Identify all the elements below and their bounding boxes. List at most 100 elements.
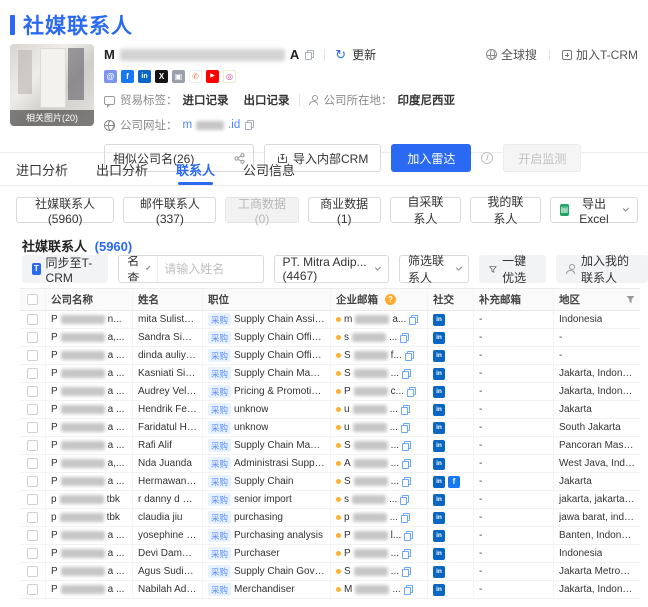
filter-contacts-select[interactable]: 筛选联系人	[399, 254, 470, 285]
copy-website-icon[interactable]	[245, 120, 255, 130]
linkedin-icon[interactable]: in	[433, 529, 445, 542]
row-checkbox[interactable]	[27, 548, 38, 559]
copy-email-icon[interactable]	[400, 332, 410, 343]
checkbox-cell	[20, 581, 46, 598]
row-checkbox[interactable]	[27, 566, 38, 577]
row-checkbox[interactable]	[27, 350, 38, 361]
copy-email-icon[interactable]	[400, 494, 410, 505]
help-icon[interactable]: ?	[385, 294, 396, 305]
copy-email-icon[interactable]	[403, 584, 413, 595]
row-checkbox[interactable]	[27, 368, 38, 379]
info-icon[interactable]	[481, 152, 494, 164]
add-to-my-contacts-button[interactable]: 加入我的联系人	[555, 254, 648, 285]
email-status-dot	[336, 569, 341, 574]
copy-email-icon[interactable]	[402, 548, 412, 559]
linkedin-icon[interactable]: in	[433, 367, 445, 380]
blog-icon[interactable]: @	[104, 70, 117, 83]
copy-email-icon[interactable]	[409, 314, 419, 325]
name-search-input[interactable]	[158, 262, 263, 276]
select-all-checkbox[interactable]	[27, 294, 38, 305]
facebook-icon[interactable]: f	[448, 475, 460, 488]
join-tcrm-link[interactable]: 加入T-CRM	[562, 46, 638, 63]
row-checkbox[interactable]	[27, 332, 38, 343]
linkedin-icon[interactable]: in	[433, 565, 445, 578]
name-cell: Nda Juanda	[133, 455, 203, 472]
row-checkbox[interactable]	[27, 530, 38, 541]
quick-select-button[interactable]: 一键优选	[479, 254, 546, 285]
email-cell: P...	[331, 545, 428, 562]
name-query-label: 姓名查询	[127, 255, 140, 283]
linkedin-icon[interactable]: in	[433, 421, 445, 434]
copy-email-icon[interactable]	[402, 458, 412, 469]
row-checkbox[interactable]	[27, 458, 38, 469]
company-website-row: 公司网址： m .id	[104, 117, 638, 133]
linkedin-icon[interactable]: in	[433, 313, 445, 326]
refresh-label[interactable]: 更新	[352, 46, 376, 63]
copy-email-icon[interactable]	[400, 512, 410, 523]
linkedin-icon[interactable]: in	[433, 385, 445, 398]
add-radar-button[interactable]: 加入雷达	[391, 144, 472, 172]
linkedin-icon[interactable]: in	[433, 583, 445, 596]
linkedin-icon[interactable]: in	[433, 457, 445, 470]
company-photo[interactable]: 相关图片(20)	[10, 44, 94, 126]
x-twitter-icon[interactable]: X	[155, 70, 168, 83]
copy-email-icon[interactable]	[402, 476, 412, 487]
brand-gray-icon[interactable]: ▣	[172, 70, 185, 83]
linkedin-icon[interactable]: in	[433, 331, 445, 344]
linkedin-icon[interactable]: in	[433, 475, 445, 488]
copy-email-icon[interactable]	[404, 350, 414, 361]
linkedin-icon[interactable]: in	[138, 70, 151, 83]
website-link[interactable]: m .id	[183, 119, 241, 131]
company-filter-select[interactable]: PT. Mitra Adip... (4467)	[273, 255, 390, 283]
row-checkbox[interactable]	[27, 404, 38, 415]
tab-0[interactable]: 进口分析	[16, 153, 68, 185]
youtube-icon[interactable]: ▶	[206, 70, 219, 83]
name-cell: yosephine liviane	[133, 527, 203, 544]
copy-icon[interactable]	[305, 49, 315, 60]
row-checkbox[interactable]	[27, 422, 38, 433]
extra-email: -	[479, 440, 483, 451]
instagram-icon[interactable]: ◎	[223, 70, 236, 83]
checkbox-cell	[20, 491, 46, 508]
divider	[549, 48, 550, 61]
row-checkbox[interactable]	[27, 386, 38, 397]
name-query-select[interactable]: 姓名查询	[119, 255, 159, 283]
source-button-0[interactable]: 社媒联系人(5960)	[16, 197, 115, 226]
refresh-icon[interactable]: ↻	[335, 48, 346, 61]
source-button-1[interactable]: 邮件联系人(337)	[123, 197, 217, 226]
tab-2[interactable]: 联系人	[176, 153, 215, 185]
linkedin-icon[interactable]: in	[433, 349, 445, 362]
copy-email-icon[interactable]	[404, 530, 414, 541]
copy-email-icon[interactable]	[402, 368, 412, 379]
copy-email-icon[interactable]	[407, 386, 417, 397]
copy-email-icon[interactable]	[400, 422, 410, 433]
job-title: Supply Chain Officer	[234, 332, 325, 343]
source-button-3[interactable]: 商业数据(1)	[307, 197, 381, 226]
row-checkbox[interactable]	[27, 314, 38, 325]
tab-1[interactable]: 出口分析	[96, 153, 148, 185]
linkedin-icon[interactable]: in	[433, 403, 445, 416]
source-button-4[interactable]: 自采联系人	[389, 195, 461, 226]
global-search-link[interactable]: 全球搜	[485, 46, 537, 63]
linkedin-icon[interactable]: in	[433, 547, 445, 560]
phone-icon[interactable]: ✆	[189, 70, 202, 83]
row-checkbox[interactable]	[27, 440, 38, 451]
sync-tcrm-button[interactable]: T 同步至T-CRM	[22, 255, 109, 285]
copy-email-icon[interactable]	[402, 566, 412, 577]
filter-funnel-icon[interactable]	[626, 295, 635, 304]
linkedin-icon[interactable]: in	[433, 493, 445, 506]
row-checkbox[interactable]	[27, 584, 38, 595]
copy-email-icon[interactable]	[400, 404, 410, 415]
contact-name: Agus Sudiharjo	[138, 566, 197, 577]
row-checkbox[interactable]	[27, 512, 38, 523]
source-button-5[interactable]: 我的联系人	[469, 195, 541, 226]
copy-email-icon[interactable]	[402, 440, 412, 451]
facebook-icon[interactable]: f	[121, 70, 134, 83]
tab-3[interactable]: 公司信息	[243, 153, 295, 185]
linkedin-icon[interactable]: in	[433, 511, 445, 524]
row-checkbox[interactable]	[27, 476, 38, 487]
linkedin-icon[interactable]: in	[433, 439, 445, 452]
email-prefix: m	[344, 314, 353, 325]
row-checkbox[interactable]	[27, 494, 38, 505]
export-excel-button[interactable]: ▤ 导出 Excel	[549, 197, 638, 226]
